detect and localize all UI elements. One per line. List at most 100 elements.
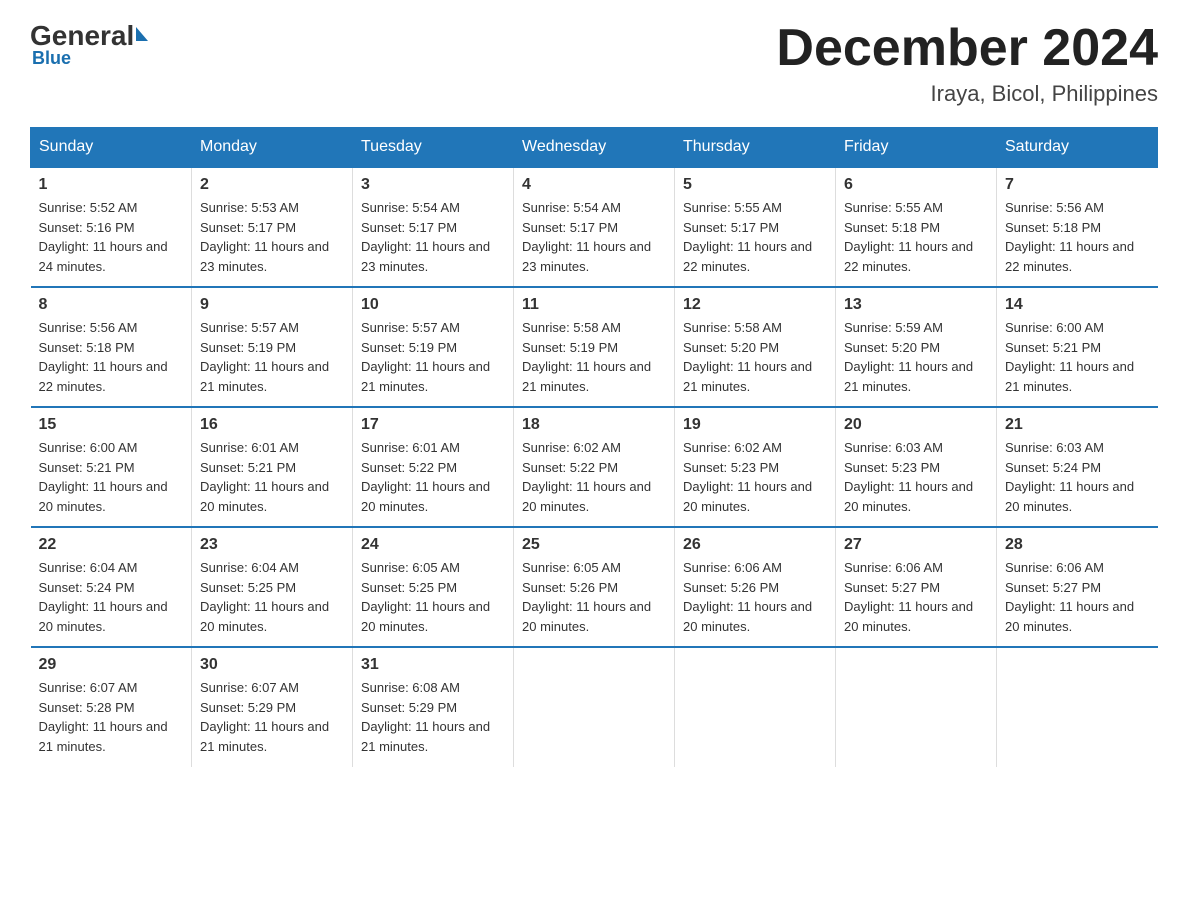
location: Iraya, Bicol, Philippines <box>776 81 1158 107</box>
calendar-cell: 2 Sunrise: 5:53 AMSunset: 5:17 PMDaylight… <box>192 167 353 287</box>
day-info: Sunrise: 6:04 AMSunset: 5:24 PMDaylight:… <box>39 558 184 636</box>
day-info: Sunrise: 6:03 AMSunset: 5:23 PMDaylight:… <box>844 438 988 516</box>
day-info: Sunrise: 5:54 AMSunset: 5:17 PMDaylight:… <box>361 198 505 276</box>
day-info: Sunrise: 6:07 AMSunset: 5:29 PMDaylight:… <box>200 678 344 756</box>
day-number: 12 <box>683 296 827 314</box>
day-header-friday: Friday <box>836 128 997 168</box>
logo-triangle-icon <box>136 27 148 41</box>
calendar-cell: 16 Sunrise: 6:01 AMSunset: 5:21 PMDayligh… <box>192 407 353 527</box>
calendar-body: 1Sunrise: 5:52 AMSunset: 5:16 PMDaylight… <box>31 167 1158 767</box>
day-info: Sunrise: 6:04 AMSunset: 5:25 PMDaylight:… <box>200 558 344 636</box>
day-number: 13 <box>844 296 988 314</box>
day-info: Sunrise: 5:58 AMSunset: 5:19 PMDaylight:… <box>522 318 666 396</box>
logo: General Blue <box>30 20 148 69</box>
day-number: 19 <box>683 416 827 434</box>
calendar-cell: 6 Sunrise: 5:55 AMSunset: 5:18 PMDaylight… <box>836 167 997 287</box>
logo-blue-text: Blue <box>32 48 71 69</box>
calendar-cell: 19 Sunrise: 6:02 AMSunset: 5:23 PMDayligh… <box>675 407 836 527</box>
day-info: Sunrise: 6:01 AMSunset: 5:21 PMDaylight:… <box>200 438 344 516</box>
title-block: December 2024 Iraya, Bicol, Philippines <box>776 20 1158 107</box>
day-info: Sunrise: 5:55 AMSunset: 5:17 PMDaylight:… <box>683 198 827 276</box>
calendar-cell <box>997 647 1158 767</box>
day-info: Sunrise: 6:05 AMSunset: 5:25 PMDaylight:… <box>361 558 505 636</box>
day-number: 25 <box>522 536 666 554</box>
calendar-cell: 18Sunrise: 6:02 AMSunset: 5:22 PMDayligh… <box>514 407 675 527</box>
day-number: 26 <box>683 536 827 554</box>
calendar-cell: 7 Sunrise: 5:56 AMSunset: 5:18 PMDaylight… <box>997 167 1158 287</box>
day-info: Sunrise: 5:53 AMSunset: 5:17 PMDaylight:… <box>200 198 344 276</box>
day-info: Sunrise: 6:06 AMSunset: 5:27 PMDaylight:… <box>1005 558 1150 636</box>
day-info: Sunrise: 5:56 AMSunset: 5:18 PMDaylight:… <box>1005 198 1150 276</box>
calendar-cell: 29 Sunrise: 6:07 AMSunset: 5:28 PMDayligh… <box>31 647 192 767</box>
day-number: 31 <box>361 656 505 674</box>
day-number: 24 <box>361 536 505 554</box>
day-number: 20 <box>844 416 988 434</box>
calendar-cell: 25 Sunrise: 6:05 AMSunset: 5:26 PMDayligh… <box>514 527 675 647</box>
day-number: 28 <box>1005 536 1150 554</box>
page-header: General Blue December 2024 Iraya, Bicol,… <box>30 20 1158 107</box>
day-info: Sunrise: 5:55 AMSunset: 5:18 PMDaylight:… <box>844 198 988 276</box>
day-number: 18 <box>522 416 666 434</box>
day-info: Sunrise: 5:58 AMSunset: 5:20 PMDaylight:… <box>683 318 827 396</box>
calendar-cell: 21 Sunrise: 6:03 AMSunset: 5:24 PMDayligh… <box>997 407 1158 527</box>
calendar-header-row: SundayMondayTuesdayWednesdayThursdayFrid… <box>31 128 1158 168</box>
calendar-cell: 11 Sunrise: 5:58 AMSunset: 5:19 PMDayligh… <box>514 287 675 407</box>
day-info: Sunrise: 6:02 AMSunset: 5:23 PMDaylight:… <box>683 438 827 516</box>
calendar-cell: 27Sunrise: 6:06 AMSunset: 5:27 PMDayligh… <box>836 527 997 647</box>
calendar-cell: 20 Sunrise: 6:03 AMSunset: 5:23 PMDayligh… <box>836 407 997 527</box>
calendar-cell: 15Sunrise: 6:00 AMSunset: 5:21 PMDayligh… <box>31 407 192 527</box>
calendar-cell <box>836 647 997 767</box>
day-number: 4 <box>522 176 666 194</box>
day-info: Sunrise: 5:59 AMSunset: 5:20 PMDaylight:… <box>844 318 988 396</box>
day-number: 16 <box>200 416 344 434</box>
day-info: Sunrise: 6:00 AMSunset: 5:21 PMDaylight:… <box>39 438 184 516</box>
calendar-cell: 22 Sunrise: 6:04 AMSunset: 5:24 PMDayligh… <box>31 527 192 647</box>
day-number: 22 <box>39 536 184 554</box>
calendar-cell: 28 Sunrise: 6:06 AMSunset: 5:27 PMDayligh… <box>997 527 1158 647</box>
day-number: 8 <box>39 296 184 314</box>
day-number: 21 <box>1005 416 1150 434</box>
day-header-wednesday: Wednesday <box>514 128 675 168</box>
day-header-monday: Monday <box>192 128 353 168</box>
day-header-saturday: Saturday <box>997 128 1158 168</box>
day-info: Sunrise: 5:57 AMSunset: 5:19 PMDaylight:… <box>200 318 344 396</box>
day-number: 10 <box>361 296 505 314</box>
calendar-cell: 14 Sunrise: 6:00 AMSunset: 5:21 PMDayligh… <box>997 287 1158 407</box>
week-row-1: 1Sunrise: 5:52 AMSunset: 5:16 PMDaylight… <box>31 167 1158 287</box>
calendar-cell: 4Sunrise: 5:54 AMSunset: 5:17 PMDaylight… <box>514 167 675 287</box>
calendar-cell: 3 Sunrise: 5:54 AMSunset: 5:17 PMDaylight… <box>353 167 514 287</box>
day-number: 11 <box>522 296 666 314</box>
day-info: Sunrise: 6:07 AMSunset: 5:28 PMDaylight:… <box>39 678 184 756</box>
calendar-cell: 13 Sunrise: 5:59 AMSunset: 5:20 PMDayligh… <box>836 287 997 407</box>
week-row-5: 29 Sunrise: 6:07 AMSunset: 5:28 PMDayligh… <box>31 647 1158 767</box>
week-row-2: 8 Sunrise: 5:56 AMSunset: 5:18 PMDaylight… <box>31 287 1158 407</box>
day-number: 27 <box>844 536 988 554</box>
day-number: 2 <box>200 176 344 194</box>
day-number: 5 <box>683 176 827 194</box>
calendar-cell: 30 Sunrise: 6:07 AMSunset: 5:29 PMDayligh… <box>192 647 353 767</box>
day-info: Sunrise: 5:56 AMSunset: 5:18 PMDaylight:… <box>39 318 184 396</box>
calendar-cell: 5 Sunrise: 5:55 AMSunset: 5:17 PMDaylight… <box>675 167 836 287</box>
day-number: 30 <box>200 656 344 674</box>
day-number: 7 <box>1005 176 1150 194</box>
calendar-cell: 17Sunrise: 6:01 AMSunset: 5:22 PMDayligh… <box>353 407 514 527</box>
day-number: 6 <box>844 176 988 194</box>
day-header-sunday: Sunday <box>31 128 192 168</box>
week-row-4: 22 Sunrise: 6:04 AMSunset: 5:24 PMDayligh… <box>31 527 1158 647</box>
day-info: Sunrise: 6:08 AMSunset: 5:29 PMDaylight:… <box>361 678 505 756</box>
calendar-table: SundayMondayTuesdayWednesdayThursdayFrid… <box>30 127 1158 767</box>
day-info: Sunrise: 5:52 AMSunset: 5:16 PMDaylight:… <box>39 198 184 276</box>
day-number: 14 <box>1005 296 1150 314</box>
day-number: 29 <box>39 656 184 674</box>
week-row-3: 15Sunrise: 6:00 AMSunset: 5:21 PMDayligh… <box>31 407 1158 527</box>
month-title: December 2024 <box>776 20 1158 77</box>
day-header-thursday: Thursday <box>675 128 836 168</box>
day-number: 9 <box>200 296 344 314</box>
day-info: Sunrise: 6:06 AMSunset: 5:26 PMDaylight:… <box>683 558 827 636</box>
day-number: 3 <box>361 176 505 194</box>
day-header-tuesday: Tuesday <box>353 128 514 168</box>
calendar-cell <box>514 647 675 767</box>
day-info: Sunrise: 6:03 AMSunset: 5:24 PMDaylight:… <box>1005 438 1150 516</box>
day-info: Sunrise: 6:00 AMSunset: 5:21 PMDaylight:… <box>1005 318 1150 396</box>
day-info: Sunrise: 6:05 AMSunset: 5:26 PMDaylight:… <box>522 558 666 636</box>
